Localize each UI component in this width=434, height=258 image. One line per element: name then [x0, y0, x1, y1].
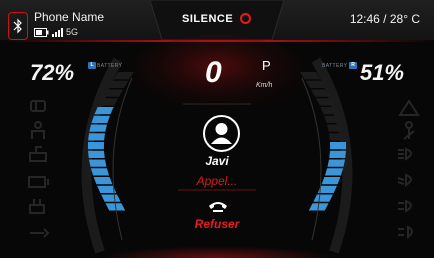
speed-value: 0	[205, 56, 222, 89]
left-battery-percent: 72%	[30, 60, 75, 85]
battery-segment	[330, 142, 347, 150]
warning-triangle-icon	[398, 99, 420, 116]
right-indicator-column	[397, 99, 420, 240]
left-battery-badge: L	[88, 62, 96, 69]
battery-warning-icon	[28, 176, 49, 188]
battery-segment	[324, 115, 343, 123]
right-battery-badge: R	[349, 62, 357, 69]
right-battery-label: BATTERY	[322, 63, 348, 69]
caller-name: Javi	[205, 154, 229, 168]
battery-segment	[313, 194, 333, 202]
gear-indicator: P	[262, 58, 271, 73]
battery-segment	[87, 142, 104, 150]
caller-avatar	[203, 115, 240, 152]
reject-call-button[interactable]	[205, 197, 231, 215]
battery-segment	[320, 107, 340, 115]
person-icon	[211, 123, 232, 144]
seatbelt-icon	[403, 121, 415, 140]
low-beam-icon	[397, 173, 412, 187]
high-beam-icon	[398, 147, 412, 161]
dashboard: Phone Name 5G SILENCE 12:46 / 28° C 72% …	[0, 0, 434, 258]
left-indicator-column	[28, 100, 50, 238]
person-seat-icon	[31, 121, 45, 139]
speed-unit: Km/h	[256, 82, 273, 89]
left-battery-label: BATTERY	[97, 63, 123, 69]
battery-segment	[327, 124, 345, 132]
battery-segment	[91, 115, 110, 123]
battery-segment	[94, 107, 114, 115]
right-battery-percent: 51%	[359, 60, 404, 85]
battery-segment	[329, 133, 346, 141]
battery-segment	[88, 133, 105, 141]
wrench-icon	[30, 228, 50, 238]
call-status: Appel...	[196, 174, 238, 188]
phone-hangup-icon	[209, 202, 227, 212]
headlight-icon	[398, 199, 412, 213]
door-open-icon	[30, 100, 46, 112]
battery-segment	[89, 124, 107, 132]
battery-segment	[101, 194, 121, 202]
charge-plug-icon	[29, 199, 45, 214]
reject-call-label[interactable]: Refuser	[0, 218, 434, 230]
engine-icon	[29, 146, 47, 162]
bottom-glow	[100, 246, 334, 258]
fog-light-icon	[398, 225, 413, 240]
